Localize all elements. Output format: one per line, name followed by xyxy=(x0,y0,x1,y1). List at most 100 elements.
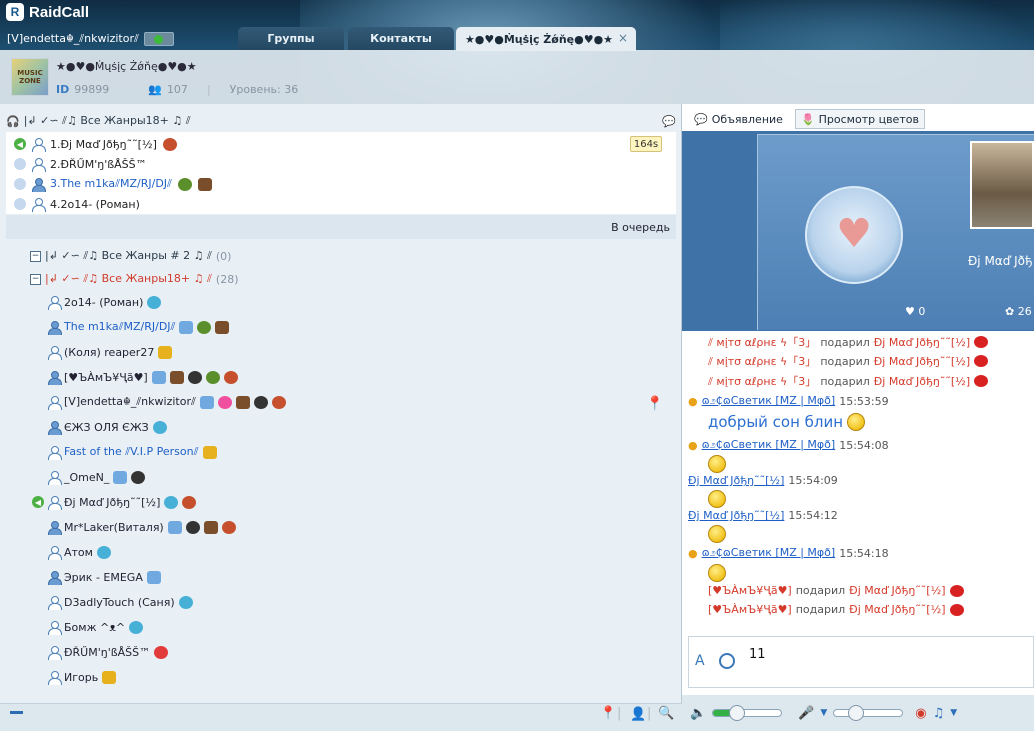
status-dropdown[interactable] xyxy=(143,32,174,46)
volume-slider[interactable] xyxy=(712,705,783,721)
queue-dot-icon xyxy=(14,198,26,210)
gift-message: [♥ЪÀмЪ¥Ҷã♥] подарил Ðj Mαď Jðђŋ˜˜[½] xyxy=(708,603,964,616)
group-row[interactable]: − |↲ ✓∽ ⫽♫ Все Жанры18+ ♫ ⫽ (28) xyxy=(30,268,239,290)
member-count: 107 xyxy=(166,83,188,96)
rose-icon xyxy=(974,355,989,367)
queue-dot-icon xyxy=(14,178,26,190)
diamond-badge-icon xyxy=(164,495,179,509)
user-icon xyxy=(48,445,62,460)
queue-item[interactable]: ◀ 1.Ðj Mαď Jðђŋ˜˜[½] xyxy=(14,134,177,154)
group-row[interactable]: − |↲ ✓∽ ⫽♫ Все Жанры # 2 ♫ ⫽ (0) xyxy=(30,245,231,267)
user-icon xyxy=(48,370,62,385)
speaking-icon: ◀ xyxy=(14,138,26,150)
tab-groups[interactable]: Группы xyxy=(238,27,344,50)
queue-item[interactable]: 2.ĐŘŰМ'ŋ'ßÅŠŠ™ xyxy=(14,154,147,174)
close-tab-icon[interactable]: × xyxy=(618,31,628,45)
member-row[interactable]: The m1ka⫽MZ/RJ/DJ⫽ xyxy=(48,316,230,338)
member-row[interactable]: [♥ЪÀмЪ¥Ҷã♥] xyxy=(48,366,238,388)
badge-icon xyxy=(215,320,230,334)
chat-input-text[interactable]: 11 xyxy=(749,647,766,662)
record-icon[interactable]: ◉ xyxy=(915,706,926,721)
speaker-icon[interactable]: 🔈 xyxy=(690,706,706,721)
queue-item[interactable]: 4.2o14- (Роман) xyxy=(14,194,140,214)
gift-recipient: Ðj Mαď Jðђ xyxy=(968,254,1033,268)
member-row[interactable]: ЄЖЗ ОЛЯ ЄЖЗ xyxy=(48,416,167,438)
divider: | xyxy=(617,706,622,721)
badge-icon xyxy=(217,395,232,409)
rose-icon xyxy=(974,336,989,348)
badge-icon xyxy=(223,370,238,384)
app-logo: R RaidCall xyxy=(6,3,89,21)
announcement-button[interactable]: 💬 Объявление xyxy=(688,109,789,129)
collapse-icon[interactable]: − xyxy=(30,250,41,262)
user-avatar-icon: ● xyxy=(688,394,698,408)
mic-slider[interactable] xyxy=(833,705,904,721)
diamond-badge-icon xyxy=(129,620,144,634)
member-row[interactable]: [V]endetta☬_⫽nkwizitor⫽ xyxy=(48,391,286,413)
emoji-picker-icon[interactable] xyxy=(719,653,735,669)
badge-icon xyxy=(167,520,182,534)
enqueue-button[interactable]: В очередь xyxy=(6,215,676,239)
member-row[interactable]: Эрик - EMEGA xyxy=(48,566,161,588)
gift-message: ⫽ мįтσ αℓρнε ϟ「3」 подарил Ðj Mαď Jðђŋ˜˜[½] xyxy=(708,373,989,389)
raidcall-icon: R xyxy=(6,3,24,21)
member-row[interactable]: Mr*Laker(Виталя) xyxy=(48,516,236,538)
user-icon xyxy=(48,395,62,410)
badge-icon xyxy=(113,470,128,484)
view-flowers-button[interactable]: 🌷 Просмотр цветов xyxy=(794,109,925,129)
user-icon xyxy=(48,320,62,335)
queue-menu-icon[interactable]: 💬 xyxy=(662,115,676,128)
gifts-stat: ✿ 26 xyxy=(1005,305,1032,318)
music-icon[interactable]: ♫ xyxy=(933,706,945,721)
music-dropdown-icon[interactable]: ▼ xyxy=(950,708,957,718)
member-row[interactable]: (Коля) reaper27 xyxy=(48,341,173,363)
badge-icon xyxy=(182,495,197,509)
channel-name: ★●♥●Ṁųṡįç Żǿňę●♥●★ xyxy=(56,60,197,73)
channel-level: Уровень: 36 xyxy=(229,83,299,96)
collapse-icon[interactable]: − xyxy=(30,273,41,285)
location-pin-icon[interactable]: 📍 xyxy=(646,396,663,412)
user-icon[interactable]: 👤 xyxy=(630,707,646,722)
queue-item[interactable]: 3.The m1ka⫽MZ/RJ/DJ⫽ xyxy=(14,174,212,194)
collapse-all-icon[interactable] xyxy=(10,711,23,714)
tab-contacts[interactable]: Контакты xyxy=(348,27,454,50)
mic-timer: 164s xyxy=(630,136,662,152)
heart-button[interactable]: ♥ xyxy=(805,186,903,284)
member-row[interactable]: Бомж ^ᴥ^ xyxy=(48,616,144,638)
user-icon xyxy=(48,495,62,510)
search-icon[interactable]: 🔍 xyxy=(658,706,674,721)
diamond-badge-icon xyxy=(96,545,111,559)
member-row[interactable]: D3adlyTouch (Саня) xyxy=(48,591,193,613)
user-icon xyxy=(48,470,62,485)
member-row[interactable]: _OmeN_ xyxy=(48,466,146,488)
user-icon xyxy=(48,595,62,610)
location-icon[interactable]: 📍 xyxy=(600,706,616,721)
badge-icon xyxy=(179,320,194,334)
chat-message-header: Ðj Mαď Jðђŋ˜˜[½] 15:54:09 xyxy=(688,474,838,487)
tab-channel[interactable]: ★●♥●Ṁųṡįç Żǿňę●♥●★ × xyxy=(456,27,636,51)
microphone-icon[interactable]: 🎤 xyxy=(798,706,814,721)
mic-dropdown-icon[interactable]: ▼ xyxy=(820,708,827,718)
badge-icon xyxy=(197,177,212,191)
user-status-bar: [V]endetta☬_⫽nkwizitor⫽ xyxy=(7,32,174,46)
left-bottom-toolbar xyxy=(0,703,682,731)
chat-message-text xyxy=(708,525,726,543)
queue-title: |↲ ✓∽ ⫽♫ Все Жанры18+ ♫ ⫽ xyxy=(23,114,191,127)
emoji-icon xyxy=(847,413,866,431)
emoji-icon xyxy=(708,490,726,508)
member-row[interactable]: Атом xyxy=(48,541,111,563)
member-row[interactable]: ĐŘŰМ'ŋ'ßÅŠŠ™ xyxy=(48,641,169,663)
user-photo xyxy=(970,141,1034,229)
channel-id: 99899 xyxy=(74,83,110,96)
member-row[interactable]: 2o14- (Роман) xyxy=(48,291,162,313)
font-format-icon[interactable]: A xyxy=(695,653,705,669)
member-row[interactable]: Fast of the ⫽V.I.P Person⫽ xyxy=(48,441,217,463)
members-icon: 👥 xyxy=(148,83,162,96)
badge-icon xyxy=(169,370,184,384)
badge-icon xyxy=(187,370,202,384)
heart-count-icon: ♥ xyxy=(905,305,915,318)
member-row[interactable]: Игорь xyxy=(48,666,117,688)
chat-input[interactable]: A 11 xyxy=(688,636,1034,688)
crown-badge-icon xyxy=(158,345,173,359)
member-row[interactable]: ◀ Ðj Mαď Jðђŋ˜˜[½] xyxy=(32,491,197,513)
